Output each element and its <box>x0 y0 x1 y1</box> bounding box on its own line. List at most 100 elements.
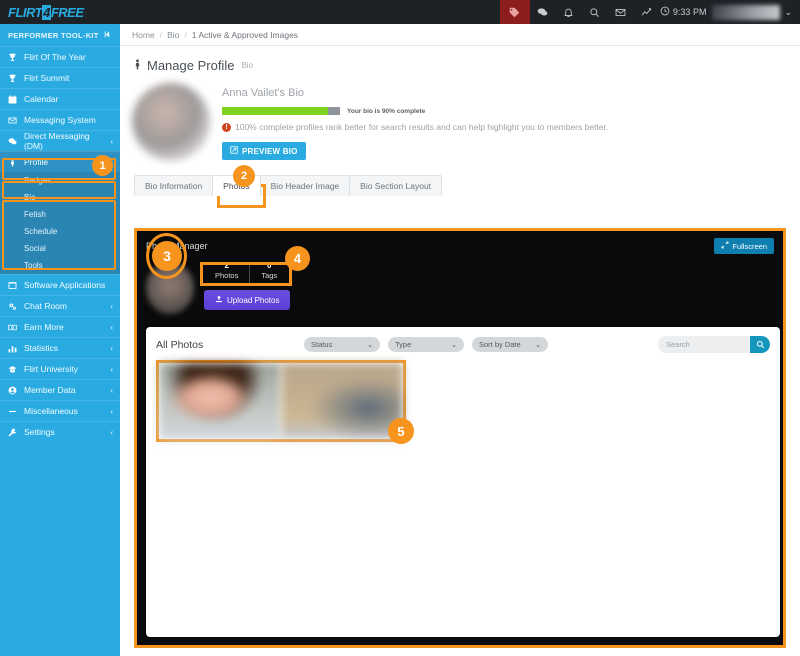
gears-icon <box>7 302 18 311</box>
sidebar-item-direct-messaging[interactable]: Direct Messaging (DM) ‹ <box>0 130 120 151</box>
photo-thumbnail-2[interactable] <box>281 363 403 439</box>
wrench-icon <box>7 428 18 437</box>
sidebar-item-label: Direct Messaging (DM) <box>24 131 104 151</box>
graduation-cap-icon <box>7 365 18 374</box>
breadcrumb-item-home[interactable]: Home <box>132 30 155 40</box>
photo-thumbnail-1[interactable] <box>159 363 281 439</box>
stat-label: Tags <box>261 271 277 280</box>
tag-icon[interactable] <box>500 0 530 24</box>
filter-type-select[interactable]: Type ⌄ <box>388 337 464 352</box>
sidebar-item-messaging-system[interactable]: Messaging System <box>0 109 120 130</box>
tab-label: Bio Section Layout <box>360 181 431 191</box>
sidebar-collapse-icon[interactable] <box>103 30 112 41</box>
bio-progress-track <box>222 107 340 115</box>
trophy-icon <box>7 74 18 83</box>
chat-icon[interactable] <box>530 0 556 24</box>
top-bar: FLIRT4FREE <box>0 0 800 24</box>
brand-logo-number: 4 <box>42 5 51 20</box>
app-root: FLIRT4FREE <box>0 0 800 656</box>
brand-logo-part-a: FLIRT <box>8 5 42 20</box>
profile-avatar[interactable] <box>132 83 210 161</box>
photo-manager-stats: 2 Photos 0 Tags <box>204 259 290 283</box>
sidebar-item-chat-room[interactable]: Chat Room ‹ <box>0 295 120 316</box>
envelope-icon <box>7 116 18 125</box>
clock-time-label: 9:33 PM <box>673 7 707 17</box>
annotation-number: 1 <box>99 160 105 172</box>
breadcrumb-separator: / <box>160 30 162 40</box>
brand-logo[interactable]: FLIRT4FREE <box>0 0 120 24</box>
sidebar-item-calendar[interactable]: Calendar <box>0 88 120 109</box>
bell-icon[interactable] <box>556 0 582 24</box>
sidebar-subitem-social[interactable]: Social <box>0 240 120 257</box>
annotation-badge-4: 4 <box>285 246 310 271</box>
chart-icon[interactable] <box>634 0 660 24</box>
tab-bio-information[interactable]: Bio Information <box>134 175 213 196</box>
sidebar-item-earn-more[interactable]: Earn More ‹ <box>0 316 120 337</box>
profile-note-text: 100% complete profiles rank better for s… <box>235 122 608 132</box>
stat-tags: 0 Tags <box>250 261 288 280</box>
chevron-down-icon[interactable]: ⌄ <box>784 7 800 18</box>
upload-photos-label: Upload Photos <box>227 296 279 305</box>
photo-search-input[interactable]: Search <box>658 336 750 353</box>
all-photos-title: All Photos <box>156 339 296 351</box>
tab-bio-section-layout[interactable]: Bio Section Layout <box>349 175 442 196</box>
sidebar-item-miscellaneous[interactable]: Miscellaneous ‹ <box>0 400 120 421</box>
stat-label: Photos <box>215 271 238 280</box>
annotation-badge-3: 3 <box>152 241 182 271</box>
mail-icon[interactable] <box>608 0 634 24</box>
sidebar-item-software-applications[interactable]: Software Applications <box>0 274 120 295</box>
main-content: Home / Bio / 1 Active & Approved Images … <box>120 24 800 656</box>
page-subtitle: Bio <box>238 61 253 70</box>
sidebar-item-label: Miscellaneous <box>24 406 104 416</box>
sidebar-item-flirt-summit[interactable]: Flirt Summit <box>0 67 120 88</box>
filter-status-label: Status <box>311 340 332 349</box>
photo-manager-body: 2 Photos 0 Tags <box>137 254 783 314</box>
sidebar-item-label: Settings <box>24 427 104 437</box>
sidebar-item-member-data[interactable]: Member Data ‹ <box>0 379 120 400</box>
breadcrumb: Home / Bio / 1 Active & Approved Images <box>120 24 800 46</box>
annotation-number: 2 <box>241 170 247 182</box>
sidebar-subitem-schedule[interactable]: Schedule <box>0 223 120 240</box>
upload-photos-button[interactable]: Upload Photos <box>204 290 290 310</box>
sidebar-header: PERFORMER TOOL-KIT <box>0 24 120 46</box>
sidebar-subitem-fetish[interactable]: Fetish <box>0 206 120 223</box>
photo-manager-stats-and-upload: 2 Photos 0 Tags <box>204 259 290 310</box>
sidebar-item-arrow: ‹ <box>110 428 113 437</box>
sidebar-item-flirt-university[interactable]: Flirt University ‹ <box>0 358 120 379</box>
profile-note: ! 100% complete profiles rank better for… <box>222 122 608 132</box>
sidebar-item-statistics[interactable]: Statistics ‹ <box>0 337 120 358</box>
sidebar-item-flirt-of-the-year[interactable]: Flirt Of The Year <box>0 46 120 67</box>
all-photos-toolbar: All Photos Status ⌄ Type ⌄ Sort by Date … <box>146 327 780 353</box>
sidebar-subitem-label: Fetish <box>24 210 46 219</box>
sidebar-item-arrow: ‹ <box>110 365 113 374</box>
filter-sort-label: Sort by Date <box>479 340 521 349</box>
preview-bio-button[interactable]: PREVIEW BIO <box>222 142 306 160</box>
annotation-number: 4 <box>294 251 301 266</box>
breadcrumb-item-bio[interactable]: Bio <box>167 30 179 40</box>
sidebar-item-settings[interactable]: Settings ‹ <box>0 421 120 442</box>
fullscreen-button[interactable]: Fullscreen <box>714 238 774 254</box>
sidebar-subitem-tools[interactable]: Tools <box>0 257 120 274</box>
sidebar-subitem-label: Social <box>24 244 46 253</box>
user-avatar-blurred[interactable] <box>712 5 780 20</box>
chevron-down-icon: ⌄ <box>535 341 541 349</box>
info-icon: ! <box>222 123 231 132</box>
tab-bio-header-image[interactable]: Bio Header Image <box>260 175 351 196</box>
search-icon <box>756 336 765 354</box>
user-circle-icon <box>7 386 18 395</box>
sidebar-subitem-bio[interactable]: Bio <box>0 189 120 206</box>
stat-value: 2 <box>215 261 238 270</box>
sidebar-subitem-label: Tools <box>24 261 43 270</box>
photo-manager-panel: Photo Manager Fullscreen 2 Photos <box>134 228 786 648</box>
photo-search-button[interactable] <box>750 336 770 353</box>
filter-status-select[interactable]: Status ⌄ <box>304 337 380 352</box>
speech-bubble-icon <box>7 137 18 146</box>
window-icon <box>7 281 18 290</box>
search-icon[interactable] <box>582 0 608 24</box>
sidebar-subitem-label: Bio <box>24 193 36 202</box>
photo-selection-group[interactable] <box>156 360 406 442</box>
dash-icon <box>7 407 18 416</box>
filter-sort-select[interactable]: Sort by Date ⌄ <box>472 337 548 352</box>
annotation-badge-5: 5 <box>388 418 414 444</box>
clock-time: 9:33 PM <box>660 6 713 18</box>
